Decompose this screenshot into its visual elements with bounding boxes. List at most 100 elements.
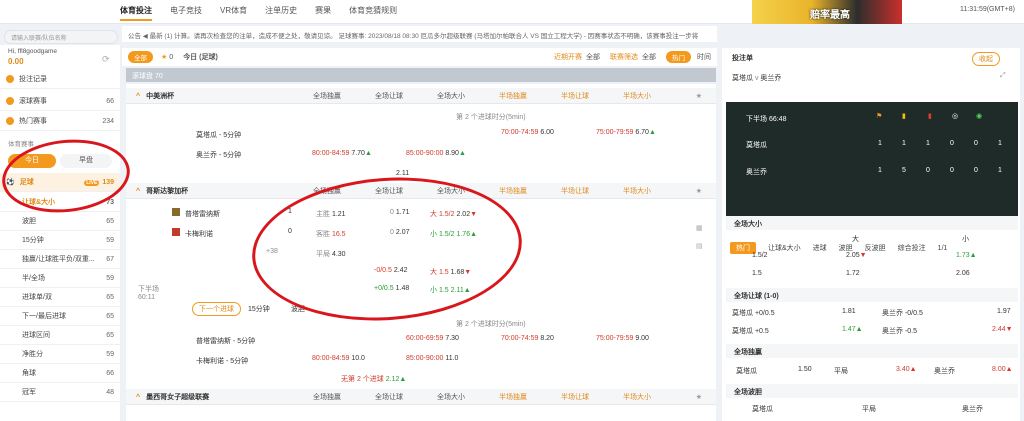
tab-goals[interactable]: 进球 xyxy=(813,243,827,253)
odds-cell[interactable]: 80:00-84:59 7.70▲ xyxy=(312,150,372,157)
collapse-button[interactable]: 收起 xyxy=(972,52,1000,66)
refresh-icon[interactable]: ⟳ xyxy=(102,54,110,65)
nav-sports-betting[interactable]: 体育投注 xyxy=(120,5,152,21)
odds-cell[interactable]: 3.40▲ xyxy=(896,366,917,373)
odds-cell[interactable]: 75:00-79:59 6.70▲ xyxy=(596,129,656,136)
favorite-star-icon[interactable]: ★ xyxy=(696,393,702,401)
sidebar-subitem[interactable]: 净胜分 59 xyxy=(0,345,120,364)
scoreboard-stat: 0 xyxy=(926,167,930,174)
odds-cell[interactable]: 0 2.07 xyxy=(390,229,409,236)
odds-cell[interactable]: 小 1.5/2 1.76▲ xyxy=(430,229,477,239)
nav-bet-history[interactable]: 注单历史 xyxy=(265,5,297,21)
odds-cell[interactable]: 85:00-90:00 11.0 xyxy=(406,355,458,362)
star-icon[interactable]: ★ xyxy=(161,53,167,61)
nav-results[interactable]: 赛果 xyxy=(315,5,331,21)
collapse-icon[interactable]: ^ xyxy=(136,394,140,401)
subtab-correct-score[interactable]: 波胆 xyxy=(291,304,305,314)
sidebar-item-live[interactable]: 滚球赛事 66 xyxy=(0,92,120,111)
user-greeting: Hi, ffl8goodgame xyxy=(8,48,58,55)
tab-handicap-ou[interactable]: 让球&大小 xyxy=(768,243,801,253)
favorite-star-icon[interactable]: ★ xyxy=(696,187,702,195)
sort-hot-button[interactable]: 热门 xyxy=(666,51,691,63)
more-markets-link[interactable]: +38 xyxy=(266,248,278,255)
collapse-icon[interactable]: ^ xyxy=(136,93,140,100)
odds-cell[interactable]: 0 1.71 xyxy=(390,209,409,216)
scoreboard-stat: 1 xyxy=(902,140,906,147)
odds-cell[interactable]: 平局 4.30 xyxy=(316,249,346,259)
team-logo-icon xyxy=(172,228,180,236)
nav-rules[interactable]: 体育竞猜规则 xyxy=(349,5,397,21)
odds-cell[interactable]: 无第 2 个进球 2.12▲ xyxy=(341,374,406,384)
away-team: 卡梅利诺 xyxy=(172,228,213,239)
odds-cell[interactable]: 大 1.5/2 2.02▼ xyxy=(430,209,477,219)
sidebar-subitem[interactable]: 半/全场 59 xyxy=(0,269,120,288)
favorite-star-icon[interactable]: ★ xyxy=(696,92,702,100)
league-header-3[interactable]: ^ 墨西哥女子超级联赛 全场独赢 全场让球 全场大小 半场独赢 半场让球 半场大小 ★ xyxy=(126,389,716,405)
odds-cell[interactable]: 1.50 xyxy=(798,366,812,373)
odds-cell[interactable]: 60:00-69:59 7.30 xyxy=(406,335,459,342)
sidebar-item-football[interactable]: ⚽ 足球 LIVE 139 xyxy=(0,173,120,192)
scoreboard-stat: 1 xyxy=(998,167,1002,174)
sidebar-subitem[interactable]: 独赢/让球胜平负/双重... 67 xyxy=(0,250,120,269)
subtab-15min[interactable]: 15分钟 xyxy=(248,304,270,314)
tab-combo[interactable]: 综合投注 xyxy=(898,243,926,253)
live-tv-icon[interactable]: ▤ xyxy=(696,242,703,250)
clock: 11:31:59(GMT+8) xyxy=(960,6,1015,13)
odds-cell[interactable]: 8.00▲ xyxy=(992,366,1013,373)
league-filter-value[interactable]: 全部 xyxy=(642,52,656,62)
odds-cell[interactable]: 2.05▼ xyxy=(846,252,867,259)
sort-label[interactable]: 近期开赛 xyxy=(554,52,582,62)
scoreboard-stat: 0 xyxy=(950,140,954,147)
odds-cell[interactable]: 1.47▲ xyxy=(842,326,863,333)
odds-cell[interactable]: 大 1.5 1.68▼ xyxy=(430,267,471,277)
sidebar-subitem[interactable]: 冠军 48 xyxy=(0,383,120,402)
league-header-1[interactable]: ^ 中美洲杯 全场独赢 全场让球 全场大小 半场独赢 半场让球 半场大小 ★ xyxy=(126,88,716,104)
nav-esports[interactable]: 电子竞技 xyxy=(170,5,202,21)
sidebar-subitem[interactable]: 下一/最后进球 65 xyxy=(0,307,120,326)
odds-cell[interactable]: 70:00-74:59 6.00 xyxy=(501,129,554,136)
sidebar-subitem[interactable]: 进球区间 65 xyxy=(0,326,120,345)
notice-bar[interactable]: 公告 ◀ 最新 (1) 计算。请再次检查您的注单，造成不便之处，敬请见谅。 足球… xyxy=(122,26,717,42)
odds-cell[interactable]: 75:00-79:59 9.00 xyxy=(596,335,649,342)
league-filter-label[interactable]: 联赛筛选 xyxy=(610,52,638,62)
odds-cell[interactable]: 客胜 16.5 xyxy=(316,229,346,239)
odds-cell[interactable]: +0/0.5 1.48 xyxy=(374,285,409,292)
odds-cell[interactable]: 1.72 xyxy=(846,270,860,277)
filter-all-button[interactable]: 全部 xyxy=(128,51,153,63)
sidebar-subitem[interactable]: 进球单/双 65 xyxy=(0,288,120,307)
stats-icon[interactable]: ▦ xyxy=(696,224,703,232)
sort-time-button[interactable]: 时间 xyxy=(697,52,711,62)
sidebar-item-bet-records[interactable]: 投注记录 xyxy=(0,70,120,89)
subtab-next-goal[interactable]: 下一个进球 xyxy=(192,302,241,316)
nav-vr-sports[interactable]: VR体育 xyxy=(220,5,247,21)
odds-cell[interactable]: 1.73▲ xyxy=(956,252,977,259)
tab-early[interactable]: 早盘 xyxy=(60,154,112,168)
sidebar-subitem[interactable]: 15分钟 59 xyxy=(0,231,120,250)
tab-today[interactable]: 今日 xyxy=(8,154,56,168)
collapse-icon[interactable]: ^ xyxy=(136,188,140,195)
sidebar-subitem[interactable]: 波胆 65 xyxy=(0,212,120,231)
odds-cell[interactable]: 主胜 1.21 xyxy=(316,209,346,219)
section-correct-score: 全场波胆 xyxy=(726,384,1018,398)
odds-cell[interactable]: 2.44▼ xyxy=(992,326,1013,333)
odds-cell[interactable]: 1.81 xyxy=(842,308,856,315)
odds-cell[interactable]: 1.97 xyxy=(997,308,1011,315)
odds-cell[interactable]: 85:00-90:00 8.90▲ xyxy=(406,150,466,157)
tab-anti-correct-score[interactable]: 反波胆 xyxy=(865,243,886,253)
panel-title: 投注单 xyxy=(732,55,753,62)
sidebar-item-hot[interactable]: 热门赛事 234 xyxy=(0,112,120,131)
odds-cell[interactable]: 70:00-74:59 8.20 xyxy=(501,335,554,342)
match-teams-title[interactable]: 莫塔瓜 v 奥兰乔 xyxy=(732,73,781,83)
odds-cell[interactable]: 2.11 xyxy=(396,170,409,177)
sidebar-subitem[interactable]: 让球&大小 73 xyxy=(0,193,120,212)
odds-cell[interactable]: 小 1.5 2.11▲ xyxy=(430,285,471,295)
sort-value[interactable]: 全部 xyxy=(586,52,600,62)
fullscreen-icon[interactable]: ⤢ xyxy=(1000,72,1006,80)
search-input[interactable]: 请输入联赛/队伍名称 xyxy=(4,30,118,44)
odds-cell[interactable]: -0/0.5 2.42 xyxy=(374,267,407,274)
tab-pager[interactable]: 1/1 xyxy=(938,245,948,252)
odds-cell[interactable]: 2.06 xyxy=(956,270,970,277)
sidebar-subitem[interactable]: 角球 66 xyxy=(0,364,120,383)
odds-cell[interactable]: 80:00-84:59 10.0 xyxy=(312,355,365,362)
league-header-2[interactable]: ^ 哥斯达黎加杯 全场独赢 全场让球 全场大小 半场独赢 半场让球 半场大小 ★ xyxy=(126,183,716,199)
